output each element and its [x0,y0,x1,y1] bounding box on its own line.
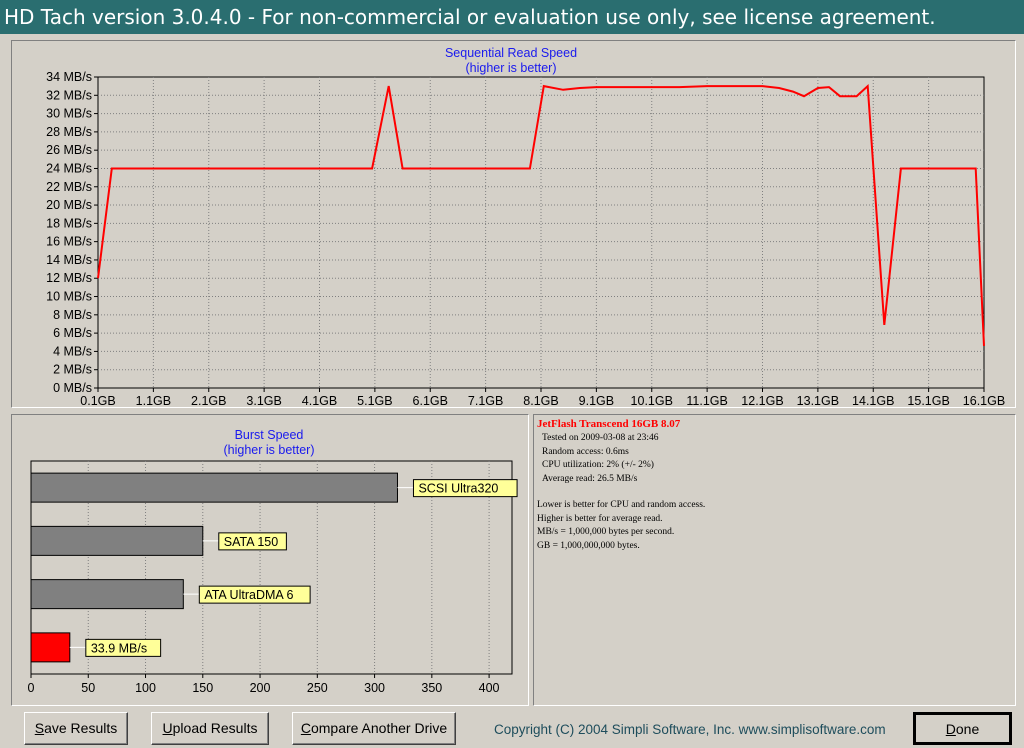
burst-bar-label: ATA UltraDMA 6 [204,588,293,602]
sequential-read-chart: Sequential Read Speed (higher is better)… [46,46,1005,408]
seq-y-tick-label: 28 MB/s [46,125,92,139]
average-read-text: Average read: 26.5 MB/s [542,473,638,484]
upload-accel: U [162,720,173,736]
seq-x-tick-label: 11.1GB [686,394,727,407]
burst-bar-label: SCSI Ultra320 [418,482,498,496]
burst-x-tick-label: 400 [479,681,500,695]
seq-y-tick-label: 32 MB/s [46,88,92,102]
seq-x-tick-label: 2.1GB [191,394,226,407]
burst-bar-label: 33.9 MB/s [91,641,147,655]
seq-y-tick-label: 6 MB/s [53,326,92,340]
results-info-panel: JetFlash Transcend 16GB 8.07 Tested on 2… [533,414,1016,706]
seq-y-tick-label: 0 MB/s [53,381,92,395]
burst-bar-label: SATA 150 [224,535,278,549]
copyright-text: Copyright (C) 2004 Simpli Software, Inc.… [494,722,886,737]
burst-x-tick-label: 150 [192,681,213,695]
compare-another-drive-button[interactable]: Compare Another Drive [292,712,456,745]
seq-x-tick-label: 8.1GB [523,394,558,407]
seq-x-tick-label: 4.1GB [302,394,337,407]
seq-x-tick-label: 14.1GB [852,394,894,407]
seq-x-tick-label: 1.1GB [136,394,171,407]
done-label: one [955,721,980,737]
seq-x-tick-label: 0.1GB [80,394,115,407]
burst-x-tick-label: 50 [81,681,95,695]
seq-x-tick-label: 13.1GB [797,394,839,407]
seq-x-tick-label: 10.1GB [631,394,673,407]
seq-y-tick-label: 30 MB/s [46,107,92,121]
upload-results-button[interactable]: Upload Results [151,712,269,745]
seq-y-tick-label: 20 MB/s [46,198,92,212]
seq-y-tick-label: 2 MB/s [53,363,92,377]
note-mbs-definition: MB/s = 1,000,000 bytes per second. [537,527,675,537]
seq-y-tick-label: 18 MB/s [46,216,92,230]
burst-speed-chart: Burst Speed (higher is better) SCSI Ultr… [28,428,518,695]
done-accel: D [945,721,956,737]
upload-label: pload Results [172,720,258,736]
seq-y-tick-label: 22 MB/s [46,180,92,194]
burst-x-tick-label: 100 [135,681,156,695]
seq-x-tick-label: 7.1GB [468,394,503,407]
save-label: ave Results [44,720,118,736]
burst-bar [30,525,204,556]
burst-bar [30,632,71,663]
seq-x-tick-label: 6.1GB [413,394,448,407]
seq-x-tick-label: 12.1GB [741,394,783,407]
burst-bar [30,472,398,503]
burst-x-tick-label: 250 [307,681,328,695]
seq-y-tick-label: 10 MB/s [46,290,92,304]
cpu-utilization-text: CPU utilization: 2% (+/- 2%) [542,460,654,470]
seq-y-tick-label: 34 MB/s [46,70,92,84]
tested-on-text: Tested on 2009-03-08 at 23:46 [542,433,659,443]
burst-x-tick-label: 350 [421,681,442,695]
seq-y-tick-label: 16 MB/s [46,235,92,249]
seq-x-tick-label: 5.1GB [357,394,392,407]
burst-x-tick-label: 200 [250,681,271,695]
seq-y-tick-label: 26 MB/s [46,143,92,157]
note-gb-definition: GB = 1,000,000,000 bytes. [537,540,640,551]
compare-accel: C [300,720,311,736]
save-results-button[interactable]: Save Results [24,712,128,745]
results-details: Tested on 2009-03-08 at 23:46 Random acc… [537,432,705,553]
seq-y-tick-label: 24 MB/s [46,161,92,175]
drive-name: JetFlash Transcend 16GB 8.07 [537,418,681,430]
window-title: HD Tach version 3.0.4.0 - For non-commer… [0,0,1024,34]
burst-x-tick-label: 300 [364,681,385,695]
burst-speed-panel: Burst Speed (higher is better) SCSI Ultr… [11,414,529,706]
done-button[interactable]: Done [913,712,1012,745]
sequential-read-panel: Sequential Read Speed (higher is better)… [11,40,1016,408]
seq-y-tick-label: 8 MB/s [53,308,92,322]
burst-x-tick-label: 0 [28,681,35,695]
burst-chart-title: Burst Speed [235,428,304,442]
seq-x-tick-label: 15.1GB [907,394,949,407]
seq-y-tick-label: 12 MB/s [46,271,92,285]
seq-chart-title: Sequential Read Speed [445,46,577,60]
seq-y-tick-label: 14 MB/s [46,253,92,267]
seq-x-tick-label: 9.1GB [579,394,614,407]
compare-label: ompare Another Drive [310,720,448,736]
seq-y-tick-label: 4 MB/s [53,344,92,358]
save-accel: S [34,720,45,736]
note-lower-better: Lower is better for CPU and random acces… [537,500,706,510]
note-higher-better: Higher is better for average read. [537,513,663,524]
burst-bar [30,579,184,610]
burst-chart-subtitle: (higher is better) [223,443,314,457]
seq-x-tick-label: 3.1GB [246,394,281,407]
seq-chart-subtitle: (higher is better) [465,61,556,75]
seq-x-tick-label: 16.1GB [963,394,1005,407]
random-access-text: Random access: 0.6ms [542,446,629,457]
